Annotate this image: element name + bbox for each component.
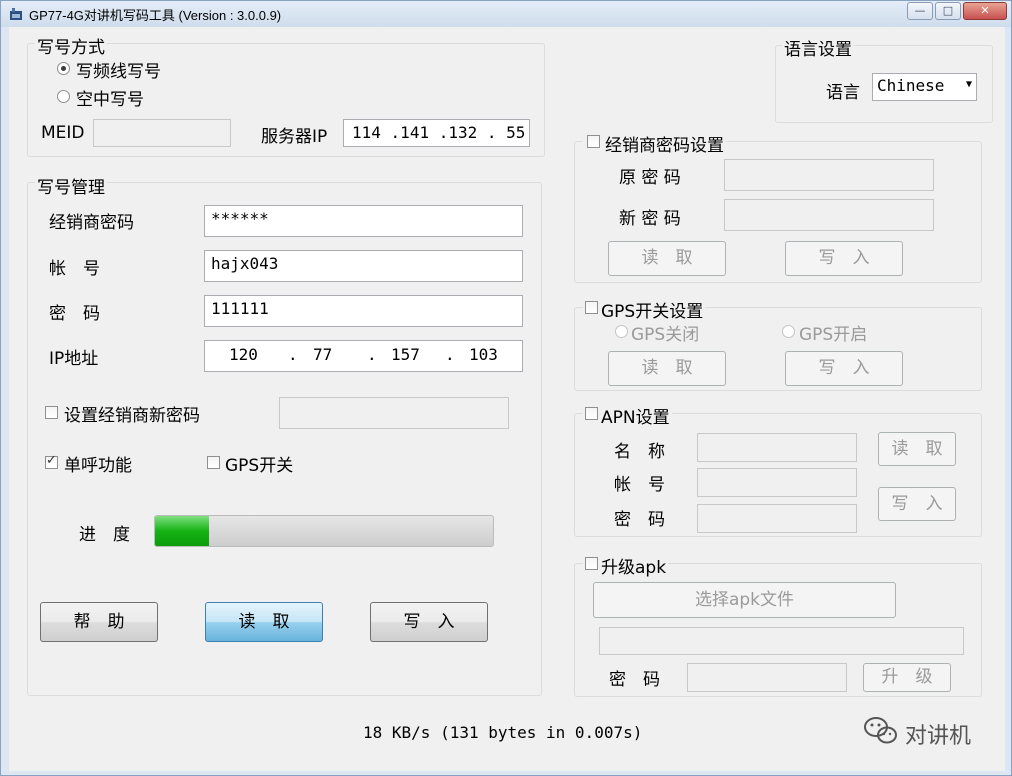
new-dealer-pw-input[interactable] bbox=[279, 397, 509, 429]
apn-settings-checkbox[interactable] bbox=[585, 407, 598, 420]
new-password-label: 新 密 码 bbox=[619, 209, 681, 229]
server-ip-octet-4: . 55 bbox=[486, 123, 526, 142]
progress-label: 进 度 bbox=[79, 525, 130, 545]
help-button[interactable]: 帮 助 bbox=[40, 602, 158, 642]
ip-dot-2: . bbox=[367, 345, 377, 364]
dealer-password-label: 经销商密码 bbox=[49, 213, 134, 233]
gps-switch-label: GPS开关 bbox=[225, 456, 294, 476]
dealer-pw-read-button[interactable]: 读 取 bbox=[608, 241, 726, 276]
maximize-button[interactable]: □ bbox=[935, 2, 961, 20]
account-label: 帐 号 bbox=[49, 259, 100, 279]
ip-dot-1: . bbox=[288, 345, 298, 364]
app-icon bbox=[10, 8, 22, 20]
ip-address-input[interactable]: 120 . 77 . 157 . 103 bbox=[204, 340, 523, 372]
meid-label: MEID bbox=[41, 123, 85, 143]
watermark-text: 对讲机 bbox=[905, 724, 972, 749]
write-mode-group-label: 写号方式 bbox=[35, 33, 107, 58]
gps-settings-checkbox[interactable] bbox=[585, 301, 598, 314]
title-bar[interactable]: GP77-4G对讲机写码工具 (Version : 3.0.0.9) — □ ✕ bbox=[1, 1, 1011, 27]
server-ip-octet-1: 114 bbox=[352, 123, 381, 142]
apn-name-label: 名 称 bbox=[614, 442, 665, 462]
upgrade-password-label: 密 码 bbox=[609, 670, 660, 690]
single-call-label: 单呼功能 bbox=[64, 456, 132, 476]
apn-read-button[interactable]: 读 取 bbox=[878, 432, 956, 466]
old-password-label: 原 密 码 bbox=[619, 168, 681, 188]
server-ip-input[interactable]: 114 .141 .132 . 55 bbox=[343, 119, 530, 147]
radio-gps-on-label: GPS开启 bbox=[799, 325, 868, 345]
gps-settings-label: GPS开关设置 bbox=[583, 297, 706, 322]
set-new-dealer-pw-label: 设置经销商新密码 bbox=[64, 406, 200, 426]
apn-write-button[interactable]: 写 入 bbox=[878, 487, 956, 521]
app-window: GP77-4G对讲机写码工具 (Version : 3.0.0.9) — □ ✕… bbox=[0, 0, 1012, 776]
password-input[interactable]: 111111 bbox=[204, 295, 523, 327]
dealer-pw-settings-label: 经销商密码设置 bbox=[583, 131, 726, 156]
radio-gps-off[interactable] bbox=[615, 325, 628, 338]
old-password-input[interactable] bbox=[724, 159, 934, 191]
client-area: 写号方式 写频线写号 空中写号 MEID 服务器IP 114 .141 .132… bbox=[9, 27, 1005, 771]
read-button[interactable]: 读 取 bbox=[205, 602, 323, 642]
apn-password-label: 密 码 bbox=[614, 510, 665, 530]
radio-air-write[interactable] bbox=[57, 90, 70, 103]
ip-octet-4: 103 bbox=[469, 345, 498, 364]
upgrade-checkbox[interactable] bbox=[585, 557, 598, 570]
server-ip-octet-3: .132 bbox=[438, 123, 478, 142]
language-select-value: Chinese bbox=[877, 76, 945, 95]
meid-input[interactable] bbox=[93, 119, 231, 147]
radio-gps-on[interactable] bbox=[782, 325, 795, 338]
account-input[interactable]: hajx043 bbox=[204, 250, 523, 282]
server-ip-octet-2: .141 bbox=[390, 123, 430, 142]
apk-path-field bbox=[599, 627, 964, 655]
apn-account-input[interactable] bbox=[697, 468, 857, 497]
password-label: 密 码 bbox=[49, 304, 100, 324]
transfer-status: 18 KB/s (131 bytes in 0.007s) bbox=[363, 723, 643, 742]
ip-octet-1: 120 bbox=[229, 345, 258, 364]
progress-fill bbox=[155, 516, 210, 546]
progress-bar bbox=[154, 515, 494, 547]
new-password-input[interactable] bbox=[724, 199, 934, 231]
wechat-icon bbox=[864, 717, 897, 744]
radio-cable-write-label: 写频线写号 bbox=[76, 62, 161, 82]
write-button[interactable]: 写 入 bbox=[370, 602, 488, 642]
close-button[interactable]: ✕ bbox=[963, 2, 1007, 20]
language-group-label: 语言设置 bbox=[782, 35, 854, 60]
gps-read-button[interactable]: 读 取 bbox=[608, 351, 726, 386]
dealer-pw-settings-checkbox[interactable] bbox=[587, 135, 600, 148]
single-call-checkbox[interactable] bbox=[45, 453, 58, 469]
gps-switch-checkbox[interactable] bbox=[207, 456, 220, 469]
language-select[interactable]: Chinese ▼ bbox=[872, 73, 977, 101]
server-ip-label: 服务器IP bbox=[261, 127, 328, 147]
gps-write-button[interactable]: 写 入 bbox=[785, 351, 903, 386]
window-title: GP77-4G对讲机写码工具 (Version : 3.0.0.9) bbox=[29, 8, 282, 23]
ip-dot-3: . bbox=[445, 345, 455, 364]
radio-gps-off-label: GPS关闭 bbox=[631, 325, 700, 345]
minimize-button[interactable]: — bbox=[907, 2, 933, 20]
ip-address-label: IP地址 bbox=[49, 349, 99, 369]
language-label: 语言 bbox=[826, 83, 860, 103]
apn-password-input[interactable] bbox=[697, 504, 857, 533]
management-group-label: 写号管理 bbox=[35, 173, 107, 198]
apn-account-label: 帐 号 bbox=[614, 475, 665, 495]
set-new-dealer-pw-checkbox[interactable] bbox=[45, 406, 58, 419]
dealer-pw-write-button[interactable]: 写 入 bbox=[785, 241, 903, 276]
upgrade-button[interactable]: 升 级 bbox=[863, 663, 951, 692]
dropdown-arrow-icon: ▼ bbox=[965, 79, 972, 90]
radio-cable-write[interactable] bbox=[57, 62, 70, 75]
upgrade-password-input[interactable] bbox=[687, 663, 847, 692]
dealer-password-input[interactable]: ****** bbox=[204, 205, 523, 237]
select-apk-button[interactable]: 选择apk文件 bbox=[593, 582, 896, 618]
ip-octet-3: 157 bbox=[391, 345, 420, 364]
radio-air-write-label: 空中写号 bbox=[76, 90, 144, 110]
apn-name-input[interactable] bbox=[697, 433, 857, 462]
ip-octet-2: 77 bbox=[313, 345, 333, 364]
